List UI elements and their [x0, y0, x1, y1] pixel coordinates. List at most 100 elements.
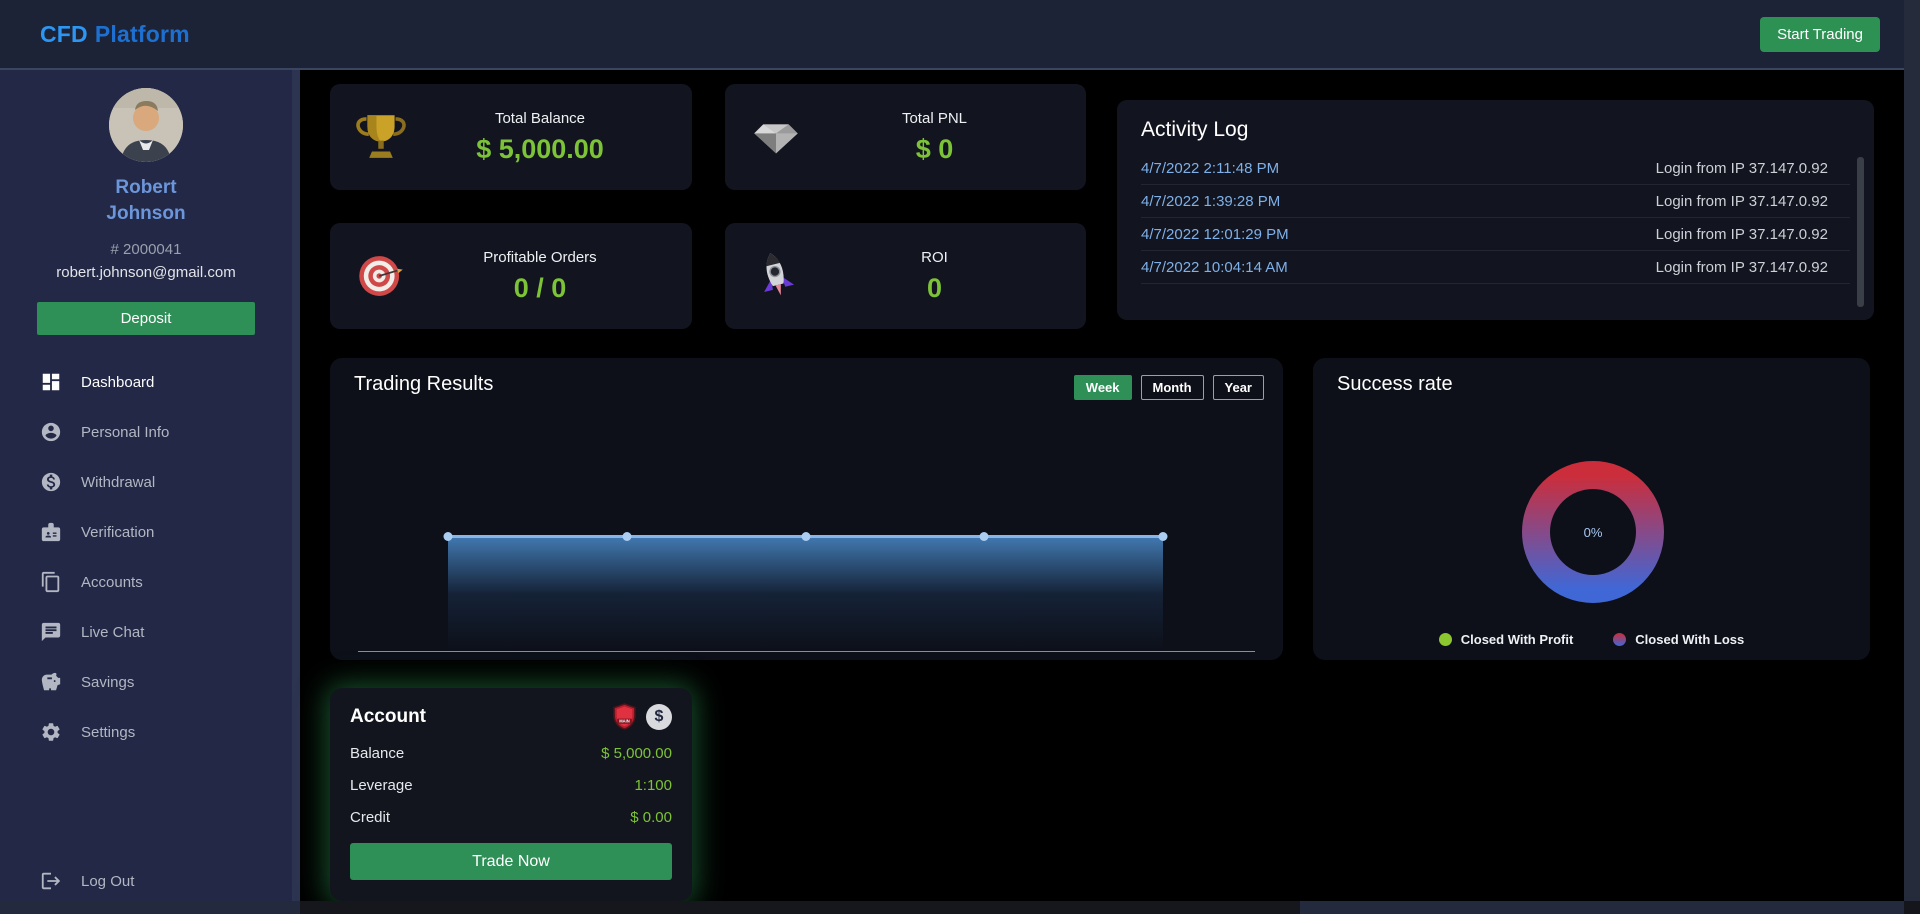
start-trading-button[interactable]: Start Trading	[1760, 17, 1880, 52]
activity-time[interactable]: 4/7/2022 1:39:28 PM	[1141, 193, 1280, 210]
chart-x-axis	[358, 651, 1255, 652]
cfd-platform-app: CFDPlatform Start Trading Robert Johnson…	[0, 0, 1920, 914]
logo-secondary: Platform	[95, 21, 190, 47]
activity-log-row: 4/7/2022 1:39:28 PM Login from IP 37.147…	[1141, 185, 1850, 218]
sidebar-item-label: Log Out	[81, 873, 134, 890]
sidebar-item-live-chat[interactable]: Live Chat	[40, 607, 292, 657]
sidebar-item-dashboard[interactable]: Dashboard	[40, 357, 292, 407]
loss-dot-icon	[1613, 633, 1626, 646]
activity-time[interactable]: 4/7/2022 10:04:14 AM	[1141, 259, 1288, 276]
chart-point	[622, 532, 631, 541]
activity-log-row: 4/7/2022 2:11:48 PM Login from IP 37.147…	[1141, 152, 1850, 185]
avatar-photo-icon	[109, 88, 183, 162]
activity-log-title: Activity Log	[1141, 118, 1850, 142]
account-row-credit: Credit $ 0.00	[350, 809, 672, 826]
person-icon	[40, 421, 62, 443]
trade-now-button[interactable]: Trade Now	[350, 843, 672, 880]
legend-label: Closed With Profit	[1461, 632, 1574, 647]
stat-value: 0	[805, 273, 1064, 304]
sidebar-item-label: Verification	[81, 524, 154, 541]
legend-item-profit: Closed With Profit	[1439, 632, 1574, 647]
chart-point	[1159, 532, 1168, 541]
activity-time[interactable]: 4/7/2022 2:11:48 PM	[1141, 160, 1279, 177]
shield-badge-label: MAIN	[619, 719, 630, 724]
target-icon	[352, 247, 410, 305]
range-week-button[interactable]: Week	[1074, 375, 1132, 400]
trophy-icon	[352, 108, 410, 166]
profit-dot-icon	[1439, 633, 1452, 646]
avatar	[109, 88, 183, 162]
success-rate-donut: 0%	[1518, 457, 1668, 607]
activity-log-panel: Activity Log 4/7/2022 2:11:48 PM Login f…	[1117, 100, 1874, 320]
sidebar: Robert Johnson # 2000041 robert.johnson@…	[0, 70, 292, 914]
sidebar-item-verification[interactable]: Verification	[40, 507, 292, 557]
account-row-value: 1:100	[634, 777, 672, 794]
range-month-button[interactable]: Month	[1141, 375, 1204, 400]
vertical-scrollbar[interactable]	[1904, 0, 1920, 914]
user-name: Robert Johnson	[0, 175, 292, 226]
sidebar-item-label: Accounts	[81, 574, 143, 591]
stat-value: $ 0	[805, 134, 1064, 165]
id-badge-icon	[40, 521, 62, 543]
sidebar-item-label: Withdrawal	[81, 474, 155, 491]
stat-value: 0 / 0	[410, 273, 670, 304]
horizontal-scrollbar[interactable]	[0, 901, 1904, 914]
account-row-leverage: Leverage 1:100	[350, 777, 672, 794]
activity-log-list: 4/7/2022 2:11:48 PM Login from IP 37.147…	[1141, 152, 1850, 284]
copy-icon	[40, 571, 62, 593]
sidebar-item-accounts[interactable]: Accounts	[40, 557, 292, 607]
user-email: robert.johnson@gmail.com	[0, 264, 292, 281]
account-row-value: $ 5,000.00	[601, 745, 672, 762]
sidebar-item-label: Personal Info	[81, 424, 169, 441]
trading-results-panel: Trading Results Week Month Year	[330, 358, 1283, 660]
chat-icon	[40, 621, 62, 643]
stat-card-profitable-orders: Profitable Orders 0 / 0	[330, 223, 692, 329]
legend-item-loss: Closed With Loss	[1613, 632, 1744, 647]
stat-label: Total PNL	[805, 110, 1064, 127]
activity-time[interactable]: 4/7/2022 12:01:29 PM	[1141, 226, 1289, 243]
sidebar-item-personal-info[interactable]: Personal Info	[40, 407, 292, 457]
app-logo: CFDPlatform	[40, 21, 190, 48]
account-card-title: Account	[350, 706, 426, 728]
account-row-value: $ 0.00	[630, 809, 672, 826]
stat-label: Profitable Orders	[410, 249, 670, 266]
main-shield-icon: MAIN	[611, 703, 638, 730]
activity-event: Login from IP 37.147.0.92	[1656, 226, 1828, 243]
sidebar-item-label: Settings	[81, 724, 135, 741]
user-last-name: Johnson	[0, 201, 292, 227]
range-selector: Week Month Year	[1074, 375, 1264, 400]
header: CFDPlatform Start Trading	[0, 0, 1920, 70]
range-year-button[interactable]: Year	[1213, 375, 1264, 400]
user-first-name: Robert	[0, 175, 292, 201]
account-row-label: Leverage	[350, 777, 413, 794]
activity-log-scrollbar[interactable]	[1857, 157, 1864, 307]
sidebar-item-label: Savings	[81, 674, 134, 691]
chart-point	[801, 532, 810, 541]
legend-label: Closed With Loss	[1635, 632, 1744, 647]
stat-label: Total Balance	[410, 110, 670, 127]
deposit-button[interactable]: Deposit	[37, 302, 255, 335]
horizontal-scrollbar-thumb[interactable]	[300, 901, 1300, 914]
sidebar-item-logout[interactable]: Log Out	[40, 870, 134, 892]
account-row-label: Balance	[350, 745, 404, 762]
gear-icon	[40, 721, 62, 743]
trading-results-title: Trading Results	[354, 373, 493, 396]
stat-card-total-balance: Total Balance $ 5,000.00	[330, 84, 692, 190]
activity-log-row: 4/7/2022 10:04:14 AM Login from IP 37.14…	[1141, 251, 1850, 284]
sidebar-item-label: Live Chat	[81, 624, 144, 641]
account-row-balance: Balance $ 5,000.00	[350, 745, 672, 762]
sidebar-item-settings[interactable]: Settings	[40, 707, 292, 757]
sidebar-scrollbar[interactable]	[292, 70, 300, 914]
chart-point	[444, 532, 453, 541]
diamond-icon	[747, 108, 805, 166]
piggy-bank-icon	[40, 671, 62, 693]
sidebar-item-savings[interactable]: Savings	[40, 657, 292, 707]
stat-value: $ 5,000.00	[410, 134, 670, 165]
activity-event: Login from IP 37.147.0.92	[1656, 193, 1828, 210]
stat-label: ROI	[805, 249, 1064, 266]
sidebar-item-withdrawal[interactable]: Withdrawal	[40, 457, 292, 507]
success-rate-panel: Success rate 0% Closed With	[1313, 358, 1870, 660]
success-rate-legend: Closed With Profit Closed With Loss	[1313, 632, 1870, 647]
main-content: Total Balance $ 5,000.00 Total PNL $ 0	[300, 70, 1904, 901]
chart-point	[980, 532, 989, 541]
